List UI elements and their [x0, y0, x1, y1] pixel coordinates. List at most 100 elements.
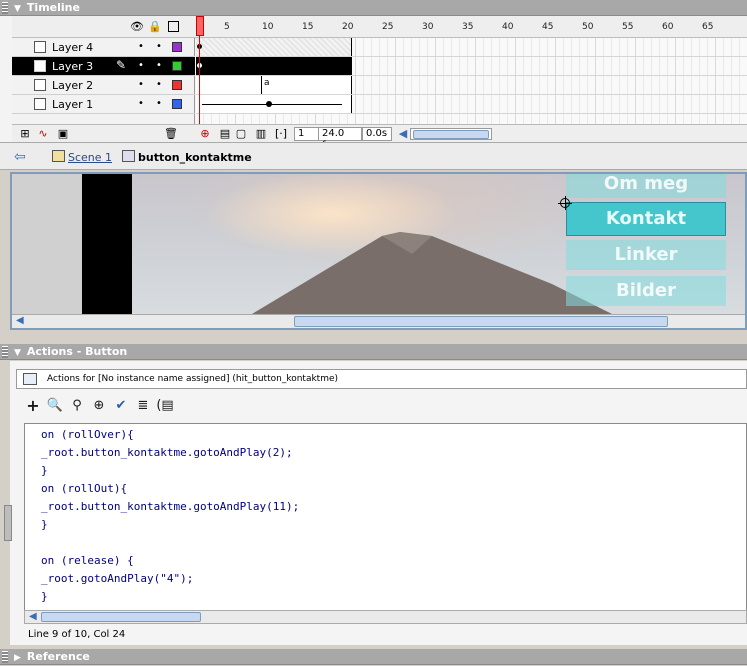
find-icon[interactable]: 🔍: [46, 397, 64, 415]
onion-skin-icon[interactable]: ▤: [218, 127, 232, 141]
ruler-label: 5: [224, 22, 230, 32]
insert-folder-icon[interactable]: ▣: [56, 127, 70, 141]
lock-dot[interactable]: •: [156, 98, 162, 109]
visibility-dot[interactable]: •: [138, 41, 144, 52]
linker-button[interactable]: Linker: [566, 240, 726, 270]
edit-multiple-frames-icon[interactable]: ▥: [254, 127, 268, 141]
ruler-label: 65: [702, 22, 714, 32]
eye-icon[interactable]: 👁: [130, 20, 144, 34]
layer-name: Layer 1: [52, 98, 94, 111]
om-meg-button[interactable]: Om meg: [566, 174, 726, 198]
modify-onion-markers-icon[interactable]: [·]: [274, 127, 288, 141]
layer-name: Layer 3: [52, 60, 94, 73]
kontakt-button[interactable]: Kontakt: [566, 202, 726, 236]
expand-triangle-icon[interactable]: ▶: [14, 650, 21, 666]
onion-skin-outlines-icon[interactable]: ▢: [234, 127, 248, 141]
playhead[interactable]: [196, 16, 204, 142]
ruler-label: 35: [462, 22, 474, 32]
timeline-scrollbar[interactable]: [410, 128, 492, 140]
frame-row[interactable]: [196, 38, 747, 57]
lock-dot[interactable]: •: [156, 60, 162, 71]
center-frame-icon[interactable]: ⊕: [198, 127, 212, 141]
stage[interactable]: Om meg Kontakt Linker Bilder ◀: [10, 172, 747, 330]
code-line: }: [41, 464, 48, 477]
lock-icon[interactable]: 🔒: [148, 20, 162, 34]
delete-layer-icon[interactable]: 🗑: [164, 127, 178, 141]
visibility-dot[interactable]: •: [138, 79, 144, 90]
actions-header[interactable]: ▼ Actions - Button: [0, 344, 747, 360]
ruler-label: 55: [622, 22, 634, 32]
layer-row-2[interactable]: Layer 2 • •: [12, 76, 195, 95]
frame-row[interactable]: [196, 95, 747, 114]
frame-span[interactable]: [196, 76, 352, 94]
keyframe[interactable]: [266, 101, 272, 107]
symbol-breadcrumb[interactable]: button_kontaktme: [138, 151, 252, 164]
visibility-dot[interactable]: •: [138, 98, 144, 109]
ruler-label: 30: [422, 22, 434, 32]
replace-icon[interactable]: ⚲: [68, 397, 86, 415]
status-line: Line 9 of 10, Col 24: [28, 629, 126, 640]
ruler-label: 10: [262, 22, 274, 32]
frame-row[interactable]: [196, 57, 747, 76]
frame-grid[interactable]: a: [196, 38, 747, 124]
frame-span[interactable]: [196, 38, 352, 56]
code-editor[interactable]: on (rollOver){ _root.button_kontaktme.go…: [24, 423, 747, 611]
layer-color-swatch[interactable]: [172, 61, 182, 71]
collapse-triangle-icon[interactable]: ▼: [14, 345, 21, 361]
outline-icon[interactable]: [168, 21, 179, 32]
frame-ruler[interactable]: 👁 🔒 1 5 10 15 20 25 30 35 40 45 50 55 60…: [12, 16, 747, 38]
code-horizontal-scrollbar[interactable]: ◀: [24, 610, 747, 624]
code-line: on (release) {: [41, 554, 134, 567]
bilder-button[interactable]: Bilder: [566, 276, 726, 306]
reference-title: Reference: [26, 650, 90, 663]
scroll-left-icon[interactable]: ◀: [16, 315, 24, 326]
playhead-marker[interactable]: [196, 16, 204, 36]
lock-dot[interactable]: •: [156, 79, 162, 90]
layer-color-swatch[interactable]: [172, 42, 182, 52]
show-code-hint-icon[interactable]: (▤: [156, 397, 174, 415]
ruler-label: 20: [342, 22, 354, 32]
panel-grip[interactable]: [2, 346, 8, 358]
layer-color-swatch[interactable]: [172, 99, 182, 109]
layer-row-1[interactable]: Layer 1 • •: [12, 95, 195, 114]
current-frame-field: 1: [294, 127, 320, 141]
visibility-dot[interactable]: •: [138, 60, 144, 71]
scroll-left-icon[interactable]: ◀: [396, 127, 410, 141]
insert-target-path-icon[interactable]: ⊕: [90, 397, 108, 415]
auto-format-icon[interactable]: ≣: [134, 397, 152, 415]
insert-layer-icon[interactable]: ⊞: [18, 127, 32, 141]
lock-dot[interactable]: •: [156, 41, 162, 52]
back-arrow-icon[interactable]: ⇦: [14, 149, 26, 165]
reference-header[interactable]: ▶ Reference: [0, 649, 747, 665]
stage-horizontal-scrollbar[interactable]: ◀: [12, 314, 745, 328]
check-syntax-icon[interactable]: ✔: [112, 397, 130, 415]
frame-span[interactable]: [196, 57, 352, 75]
ruler-label: 45: [542, 22, 554, 32]
timeline-header[interactable]: ▼ Timeline: [0, 0, 747, 16]
actions-for-bar: Actions for [No instance name assigned] …: [16, 369, 747, 389]
add-statement-icon[interactable]: +: [24, 397, 42, 415]
button-target-icon: [23, 373, 37, 385]
panel-grip[interactable]: [2, 2, 8, 14]
actions-title: Actions - Button: [26, 345, 128, 358]
scene-breadcrumb[interactable]: Scene 1: [68, 151, 112, 164]
layer-color-swatch[interactable]: [172, 80, 182, 90]
layer-row-3[interactable]: Layer 3 ✎ • •: [12, 57, 195, 76]
black-background-strip: [82, 174, 132, 314]
panel-grip[interactable]: [2, 651, 8, 663]
motion-tween-arrow: [202, 104, 342, 105]
panel-resize-tab[interactable]: [4, 505, 12, 541]
scroll-left-icon[interactable]: ◀: [29, 611, 37, 622]
collapse-triangle-icon[interactable]: ▼: [14, 1, 21, 17]
scrollbar-thumb[interactable]: [294, 316, 668, 327]
edit-bar: ⇦ Scene 1 button_kontaktme: [0, 142, 747, 170]
scene-icon: [52, 150, 65, 162]
scrollbar-thumb[interactable]: [41, 612, 201, 622]
scrollbar-thumb[interactable]: [413, 130, 489, 139]
layer-row-4[interactable]: Layer 4 • •: [12, 38, 195, 57]
add-motion-guide-icon[interactable]: ∿: [36, 127, 50, 141]
frame-rate-field[interactable]: 24.0 fps: [318, 127, 362, 151]
pencil-icon: ✎: [116, 58, 127, 72]
frame-row[interactable]: a: [196, 76, 747, 95]
